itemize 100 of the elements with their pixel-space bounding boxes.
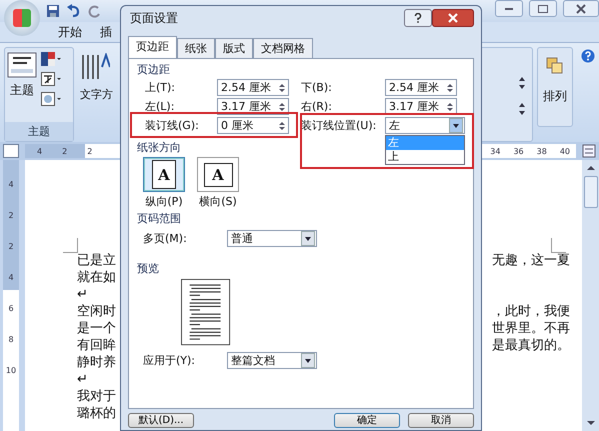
text-fragment: 是一个 bbox=[77, 320, 116, 337]
text-fragment: ↵ bbox=[77, 286, 88, 303]
theme-button[interactable]: 主题 bbox=[7, 52, 37, 118]
ok-button[interactable]: 确定 bbox=[334, 413, 400, 428]
dropdown[interactable]: 整篇文档 bbox=[227, 352, 317, 369]
spinner-arrows-icon bbox=[445, 82, 455, 94]
close-icon bbox=[576, 4, 586, 14]
text-fragment: 是最真切的。 bbox=[492, 337, 570, 354]
text-fragment: 空闲时 bbox=[77, 303, 116, 320]
text-fragment: 已是立 bbox=[77, 252, 116, 269]
dialog-tab[interactable]: 页边距 bbox=[128, 36, 177, 58]
help-icon[interactable] bbox=[581, 49, 595, 63]
help-button[interactable] bbox=[404, 9, 432, 27]
ruler-number: 34 bbox=[490, 146, 500, 156]
ruler-number: 2 bbox=[8, 242, 14, 251]
section-label: 页码范围 bbox=[137, 211, 181, 226]
effects-icon[interactable] bbox=[41, 92, 61, 106]
scroll-up-icon[interactable] bbox=[586, 164, 596, 172]
ruler-number: 36 bbox=[513, 146, 524, 156]
ruler-number: 2 bbox=[8, 211, 14, 220]
maximize-button[interactable] bbox=[529, 0, 557, 17]
field-label: 应用于(Y): bbox=[143, 353, 196, 368]
text-fragment: 璐杯的 bbox=[77, 405, 116, 422]
arrange-button[interactable]: 排列 bbox=[537, 47, 573, 127]
text-fragment: 有回眸 bbox=[77, 337, 116, 354]
spin-field[interactable]: 2.54 厘米 bbox=[385, 79, 457, 96]
ruler-toggle-icon[interactable] bbox=[582, 144, 596, 158]
question-mark-icon bbox=[414, 13, 422, 23]
spinner-arrows-icon bbox=[445, 100, 455, 112]
spin-field[interactable]: 0 厘米 bbox=[217, 117, 289, 134]
orientation-label: 横向(S) bbox=[199, 194, 237, 209]
dialog-title: 页面设置 bbox=[130, 10, 178, 26]
ribbon-tab[interactable]: 开始 bbox=[58, 24, 82, 40]
group-label: 主题 bbox=[5, 122, 73, 141]
theme-icon bbox=[7, 52, 37, 78]
ruler-number: 2 bbox=[87, 146, 92, 156]
spinner-arrows-icon bbox=[277, 100, 287, 112]
text-fragment: ，此时，我便 bbox=[492, 303, 570, 320]
section-label: 预览 bbox=[137, 261, 159, 276]
ruler-number: 4 bbox=[8, 273, 14, 282]
field-label: 上(T): bbox=[145, 80, 176, 95]
dialog-tab[interactable]: 文档网格 bbox=[253, 38, 313, 58]
save-icon[interactable] bbox=[46, 4, 60, 18]
minimize-icon bbox=[505, 8, 513, 10]
field-label: 多页(M): bbox=[143, 231, 188, 246]
fonts-icon[interactable] bbox=[41, 72, 61, 86]
redo-icon[interactable] bbox=[88, 4, 102, 18]
text-direction-icon[interactable] bbox=[80, 53, 110, 81]
orientation-label: 纵向(P) bbox=[145, 194, 183, 209]
tab-selector[interactable] bbox=[3, 144, 19, 158]
page-preview-drawing bbox=[181, 279, 231, 346]
spinner-arrows-icon bbox=[277, 120, 287, 132]
dialog-tab[interactable]: 版式 bbox=[215, 38, 253, 58]
orientation-button[interactable]: A bbox=[143, 157, 185, 192]
ruler-number: 4 bbox=[37, 146, 42, 156]
section-label: 页边距 bbox=[137, 62, 170, 77]
dropdown-option[interactable]: 上 bbox=[386, 150, 464, 164]
scroll-thumb[interactable] bbox=[584, 176, 598, 208]
ruler-number: 40 bbox=[560, 146, 570, 156]
field-label: 左(L): bbox=[145, 99, 176, 114]
maximize-icon bbox=[538, 4, 548, 12]
field-label: 下(B): bbox=[301, 80, 333, 95]
page-icon: A bbox=[204, 162, 232, 186]
spinner-arrows-icon bbox=[277, 82, 287, 94]
cancel-button[interactable]: 取消 bbox=[408, 413, 474, 428]
text-direction-label[interactable]: 文字方 bbox=[80, 87, 113, 102]
ribbon-tab[interactable]: 插 bbox=[100, 24, 112, 40]
page-icon: A bbox=[152, 160, 176, 189]
field-label: 右(R): bbox=[301, 99, 333, 114]
section-label: 纸张方向 bbox=[137, 140, 181, 155]
undo-icon[interactable] bbox=[66, 4, 82, 18]
overlapping-squares-icon bbox=[545, 56, 565, 76]
ruler-number: 38 bbox=[536, 146, 547, 156]
app-logo-icon bbox=[13, 9, 31, 27]
ruler-number: 6 bbox=[8, 304, 14, 313]
close-icon bbox=[448, 13, 458, 23]
office-button[interactable] bbox=[4, 0, 40, 36]
ruler-number: 4 bbox=[8, 180, 14, 189]
field-label: 装订线位置(U): bbox=[301, 118, 378, 133]
close-button[interactable] bbox=[563, 0, 599, 17]
colors-icon[interactable] bbox=[41, 52, 61, 66]
ruler-number: 2 bbox=[62, 146, 68, 156]
dropdown[interactable]: 普通 bbox=[227, 230, 317, 247]
close-button[interactable] bbox=[432, 9, 474, 27]
text-fragment: ↵ bbox=[77, 371, 88, 388]
dropdown[interactable]: 左 bbox=[385, 117, 465, 134]
ruler-number: 8 bbox=[8, 335, 14, 344]
spin-field[interactable]: 2.54 厘米 bbox=[217, 79, 289, 96]
field-label: 装订线(G): bbox=[145, 118, 200, 133]
minimize-button[interactable] bbox=[495, 0, 523, 17]
dialog-tab[interactable]: 纸张 bbox=[177, 38, 215, 58]
text-fragment: 就在如 bbox=[77, 269, 116, 286]
orientation-button[interactable]: A bbox=[197, 157, 239, 192]
text-fragment: 静时养 bbox=[77, 354, 116, 371]
text-fragment: 我对于 bbox=[77, 388, 116, 405]
ruler-number: 10 bbox=[6, 366, 16, 375]
scroll-down-icon[interactable] bbox=[586, 419, 596, 427]
text-fragment: 世界里。不再 bbox=[492, 320, 570, 337]
default-button[interactable]: 默认(D)... bbox=[128, 413, 194, 428]
text-fragment: 无趣，这一夏 bbox=[492, 252, 570, 269]
